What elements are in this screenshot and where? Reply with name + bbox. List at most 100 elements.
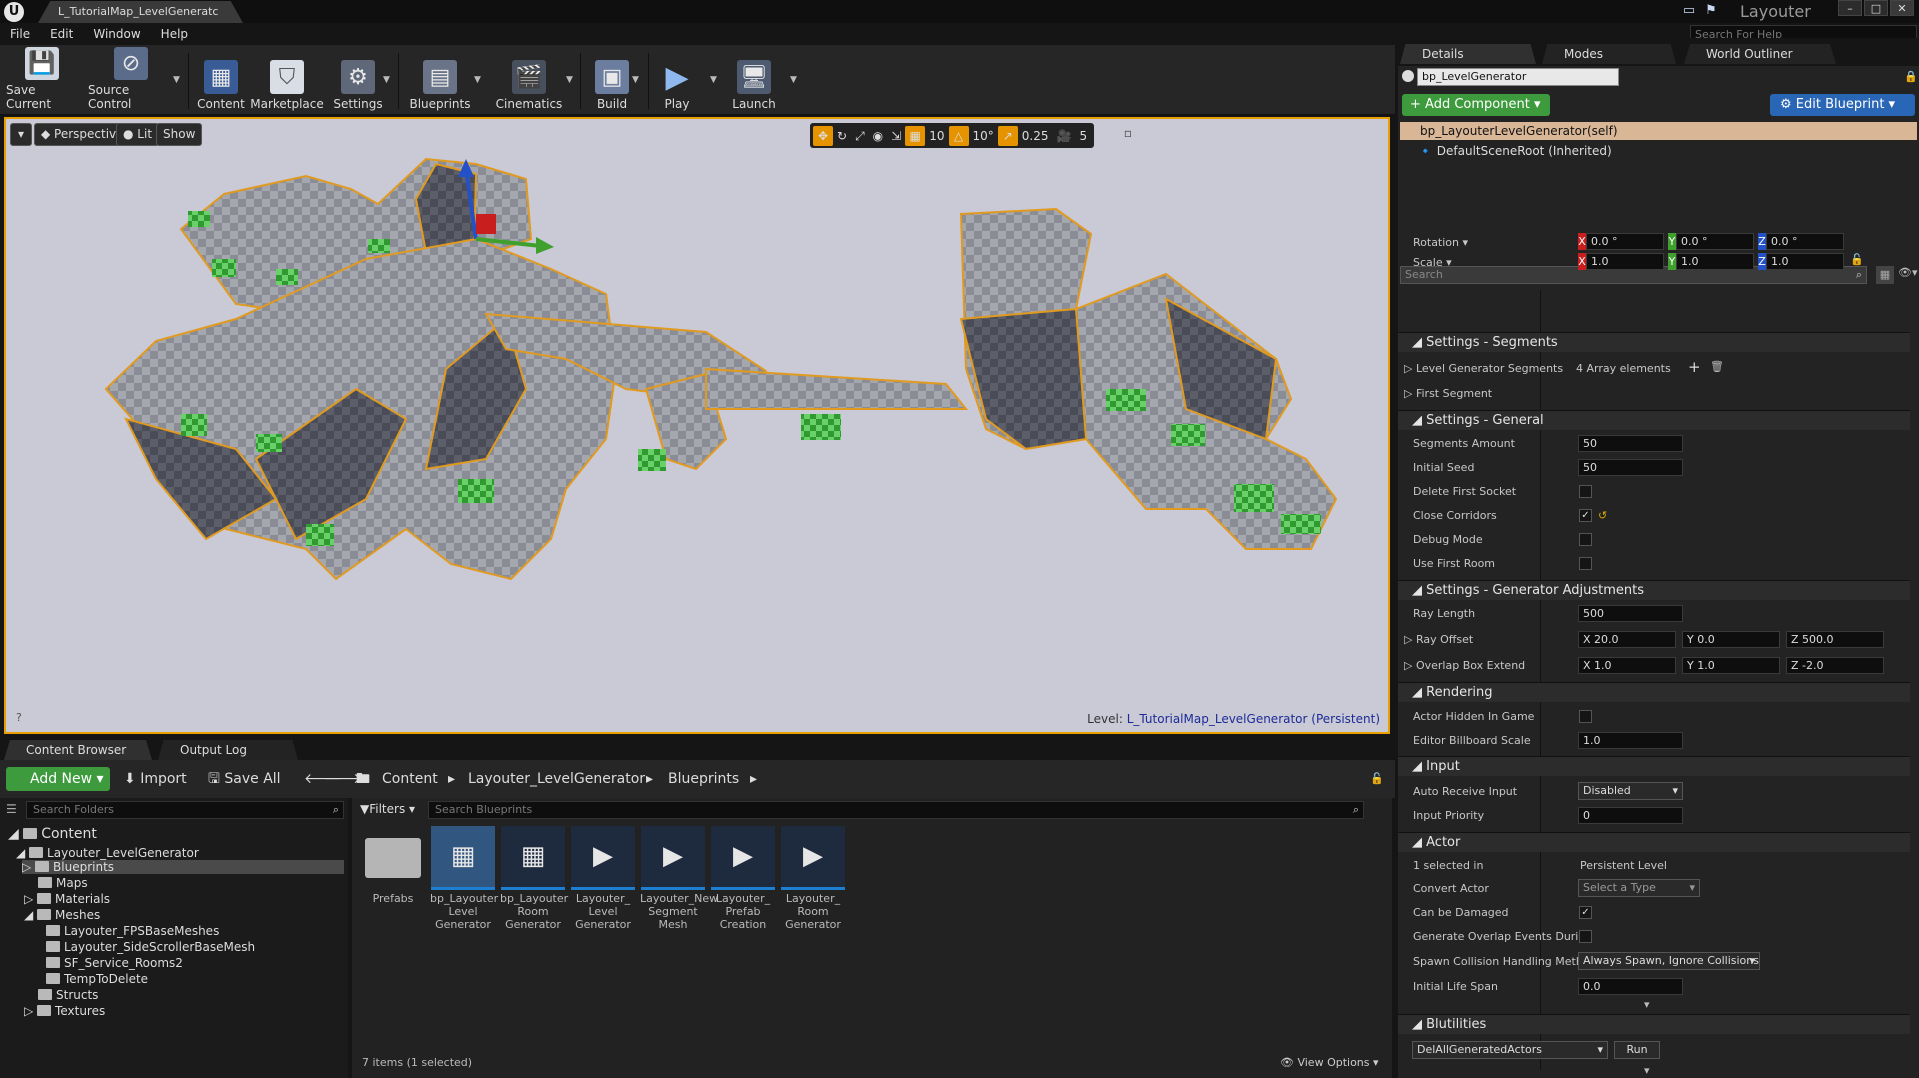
source-control-button[interactable]: ⊘ Source Control: [88, 47, 174, 111]
translate-mode-icon[interactable]: ✥: [813, 125, 833, 146]
use-first-room-checkbox[interactable]: [1579, 557, 1592, 570]
save-current-button[interactable]: 💾 Save Current: [6, 47, 78, 111]
ray-offset-x-field[interactable]: X 20.0: [1578, 631, 1676, 648]
input-priority-field[interactable]: 0: [1578, 807, 1683, 824]
scale-mode-icon[interactable]: ⤢: [851, 126, 869, 146]
content-button[interactable]: ▦ Content: [194, 47, 248, 111]
world-space-icon[interactable]: ◉: [869, 126, 887, 146]
view-options-button[interactable]: 👁 View Options ▾: [1280, 1056, 1379, 1069]
folder-sidescroller-base-mesh[interactable]: Layouter_SideScrollerBaseMesh: [46, 940, 255, 954]
folder-fps-base-meshes[interactable]: Layouter_FPSBaseMeshes: [46, 924, 219, 938]
ray-offset-y-field[interactable]: Y 0.0: [1682, 631, 1780, 648]
asset-layouter-room-generator[interactable]: ▶ Layouter_ Room Generator: [780, 826, 846, 931]
settings-dropdown[interactable]: ▼: [383, 75, 390, 85]
folder-structs[interactable]: Structs: [38, 988, 98, 1002]
play-button[interactable]: ▶ Play: [652, 47, 702, 112]
cinematics-dropdown[interactable]: ▼: [566, 75, 573, 85]
launch-dropdown[interactable]: ▼: [790, 75, 797, 85]
blueprints-dropdown[interactable]: ▼: [474, 75, 481, 85]
rotation-snap-icon[interactable]: △: [948, 125, 969, 146]
settings-button[interactable]: ⚙ Settings: [328, 47, 388, 111]
level-geometry[interactable]: [6, 119, 1390, 734]
blueprints-button[interactable]: ▤ Blueprints: [404, 47, 476, 111]
asset-bp-layouter-room-generator[interactable]: ▦ bp_Layouter Room Generator: [500, 826, 568, 931]
actor-hidden-checkbox[interactable]: [1579, 710, 1592, 723]
viewport-options-button[interactable]: ▾: [10, 123, 32, 146]
level-document-tab[interactable]: L_TutorialMap_LevelGeneratc: [38, 1, 243, 23]
ray-offset-label[interactable]: ▷ Ray Offset: [1404, 633, 1473, 646]
folder-maps[interactable]: Maps: [38, 876, 88, 890]
section-input[interactable]: ◢ Input: [1398, 756, 1910, 776]
folder-content[interactable]: ◢ Content: [8, 826, 97, 842]
overlap-box-y-field[interactable]: Y 1.0: [1682, 657, 1780, 674]
section-generator-adjustments[interactable]: ◢ Settings - Generator Adjustments: [1398, 580, 1910, 600]
billboard-scale-field[interactable]: 1.0: [1578, 732, 1683, 749]
menu-window[interactable]: Window: [83, 23, 150, 45]
breadcrumb-separator[interactable]: ▸: [448, 767, 455, 791]
lit-button[interactable]: ● Lit: [116, 123, 160, 146]
cinematics-button[interactable]: 🎬 Cinematics: [490, 47, 568, 111]
delete-elements-icon[interactable]: 🗑: [1710, 360, 1724, 373]
breadcrumb-separator[interactable]: ▸: [750, 767, 757, 791]
camera-speed-value[interactable]: 5: [1075, 126, 1091, 146]
asset-layouter-level-generator[interactable]: ▶ Layouter_ Level Generator: [570, 826, 636, 931]
section-blutilities[interactable]: ◢ Blutilities: [1398, 1014, 1910, 1034]
folder-sf-service-rooms2[interactable]: SF_Service_Rooms2: [46, 956, 183, 970]
viewport-help-icon[interactable]: ?: [16, 711, 22, 724]
ray-length-field[interactable]: 500: [1578, 605, 1683, 622]
spawn-collision-dropdown[interactable]: Always Spawn, Ignore Collisions ▾: [1578, 952, 1760, 970]
add-new-button[interactable]: Add New ▾: [6, 767, 110, 791]
import-button[interactable]: ⬇ Import: [124, 767, 187, 791]
scale-snap-icon[interactable]: ↗: [997, 125, 1018, 146]
menu-file[interactable]: File: [0, 23, 40, 45]
auto-receive-input-dropdown[interactable]: Disabled ▾: [1578, 782, 1683, 800]
show-button[interactable]: Show: [156, 123, 203, 146]
asset-prefabs-folder[interactable]: Prefabs: [360, 826, 426, 905]
asset-layouter-new-segment-mesh[interactable]: ▶ Layouter_New Segment Mesh: [640, 826, 718, 931]
overlap-box-x-field[interactable]: X 1.0: [1578, 657, 1676, 674]
filters-button[interactable]: ▼Filters ▾: [360, 802, 415, 816]
menu-edit[interactable]: Edit: [40, 23, 83, 45]
blutility-function-dropdown[interactable]: DelAllGeneratedActors ▾: [1412, 1041, 1608, 1059]
section-actor[interactable]: ◢ Actor: [1398, 832, 1910, 852]
folder-blueprints[interactable]: ▷ Blueprints: [22, 860, 344, 874]
play-dropdown[interactable]: ▼: [710, 75, 717, 85]
maximize-viewport-icon[interactable]: ▫: [1118, 123, 1138, 146]
sources-toggle-icon[interactable]: ☰: [6, 802, 17, 816]
convert-actor-dropdown[interactable]: Select a Type ▾: [1578, 879, 1700, 897]
marketplace-button[interactable]: ⛉ Marketplace: [250, 47, 324, 111]
build-dropdown[interactable]: ▼: [632, 75, 639, 85]
initial-seed-field[interactable]: 50: [1578, 459, 1683, 476]
section-settings-general[interactable]: ◢ Settings - General: [1398, 410, 1910, 430]
level-viewport[interactable]: ▾ ◆ Perspective ● Lit Show ✥ ↻ ⤢ ◉ ⇲ ▦ 1…: [4, 117, 1390, 734]
first-segment-label[interactable]: ▷ First Segment: [1404, 387, 1492, 400]
ray-offset-z-field[interactable]: Z 500.0: [1786, 631, 1884, 648]
close-corridors-checkbox[interactable]: ✓: [1579, 509, 1592, 522]
asset-bp-layouter-level-generator[interactable]: ▦ bp_Layouter Level Generator: [430, 826, 498, 931]
tab-content-browser[interactable]: Content Browser: [4, 740, 152, 760]
scale-snap-value[interactable]: 0.25: [1018, 126, 1053, 146]
breadcrumb-blueprints[interactable]: Blueprints: [668, 767, 739, 791]
asset-search-input[interactable]: Search Blueprints ⌕: [428, 801, 1364, 819]
folder-search-input[interactable]: Search Folders ⌕: [26, 801, 344, 819]
menu-help[interactable]: Help: [151, 23, 198, 45]
folder-materials[interactable]: ▷ Materials: [24, 892, 110, 906]
section-settings-segments[interactable]: ◢ Settings - Segments: [1398, 332, 1910, 352]
can-be-damaged-checkbox[interactable]: ✓: [1579, 906, 1592, 919]
folder-textures[interactable]: ▷ Textures: [24, 1004, 105, 1018]
lock-icon[interactable]: 🔓: [1370, 767, 1384, 791]
delete-first-socket-checkbox[interactable]: [1579, 485, 1592, 498]
overlap-events-checkbox[interactable]: [1579, 930, 1592, 943]
surface-snap-icon[interactable]: ⇲: [887, 126, 905, 146]
folder-layouter-levelgenerator[interactable]: ◢ Layouter_LevelGenerator: [16, 846, 199, 860]
rotation-snap-value[interactable]: 10°: [969, 126, 998, 146]
blutilities-expand-icon[interactable]: ▾: [1644, 1064, 1650, 1077]
reset-to-default-icon[interactable]: ↺: [1598, 509, 1607, 522]
folder-meshes[interactable]: ◢ Meshes: [24, 908, 100, 922]
breadcrumb-layouter[interactable]: Layouter_LevelGenerator: [468, 767, 645, 791]
rotate-mode-icon[interactable]: ↻: [833, 126, 851, 146]
overlap-box-extend-label[interactable]: ▷ Overlap Box Extend: [1404, 659, 1525, 672]
tab-output-log[interactable]: Output Log: [158, 740, 298, 760]
initial-life-span-field[interactable]: 0.0: [1578, 978, 1683, 995]
level-generator-segments-label[interactable]: ▷ Level Generator Segments: [1404, 362, 1563, 375]
